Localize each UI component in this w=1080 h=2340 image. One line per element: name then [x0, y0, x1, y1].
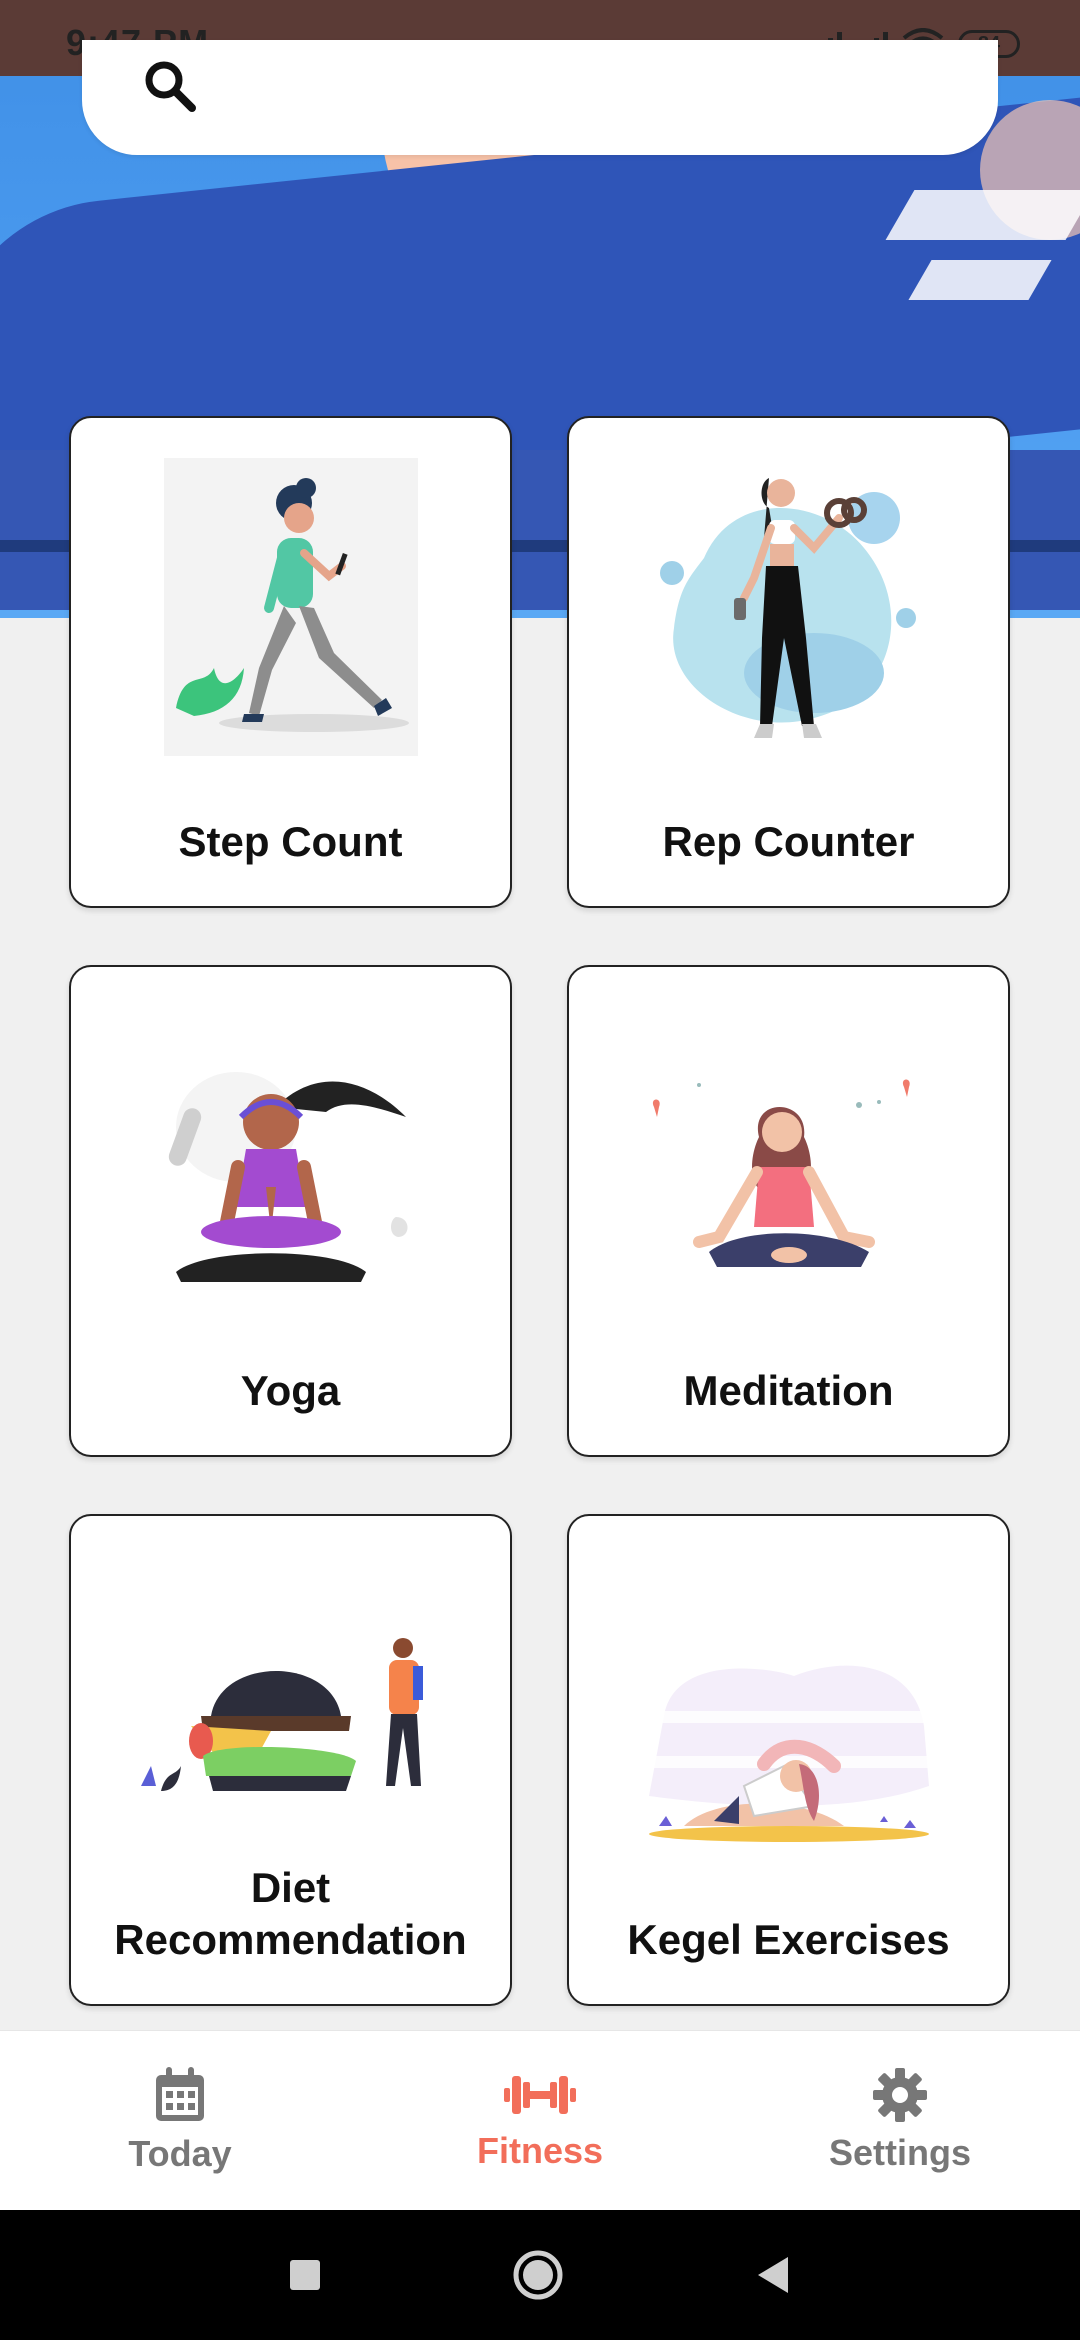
nav-label-settings: Settings: [828, 2132, 971, 2173]
nav-item-fitness[interactable]: Fitness: [360, 2031, 720, 2211]
walking-person-illustration: [163, 458, 418, 756]
bottom-navigation: Today Fitness Settings: [0, 2030, 1080, 2211]
nav-label-today: Today: [128, 2133, 232, 2174]
burger-diet-illustration: [140, 1638, 423, 1791]
search-bar[interactable]: [82, 40, 998, 155]
search-icon[interactable]: [140, 56, 200, 116]
card-diet-recommendation[interactable]: Diet Recommendation: [69, 1514, 512, 2006]
dumbbell-icon: [504, 2076, 576, 2114]
card-label: Meditation: [683, 1367, 894, 1414]
card-label: Yoga: [240, 1367, 341, 1414]
card-rep-counter[interactable]: Rep Counter: [567, 416, 1010, 908]
calendar-icon: [156, 2067, 204, 2121]
card-label: Step Count: [178, 818, 403, 865]
dumbbell-woman-illustration: [659, 478, 916, 738]
home-icon[interactable]: [512, 2249, 564, 2301]
nav-item-today[interactable]: Today: [0, 2031, 360, 2211]
back-icon[interactable]: [754, 2255, 792, 2295]
card-label: Rep Counter: [662, 818, 915, 865]
card-meditation[interactable]: Meditation: [567, 965, 1010, 1457]
card-kegel-exercises[interactable]: Kegel Exercises: [567, 1514, 1010, 2006]
gear-icon: [873, 2068, 927, 2122]
stretching-woman-illustration: [648, 1665, 929, 1842]
card-yoga[interactable]: Yoga: [69, 965, 512, 1457]
nav-label-fitness: Fitness: [476, 2130, 604, 2171]
card-label: Kegel Exercises: [627, 1916, 950, 1963]
meditation-woman-illustration: [652, 1079, 910, 1267]
card-step-count[interactable]: Step Count: [69, 416, 512, 908]
nav-item-settings[interactable]: Settings: [720, 2031, 1080, 2211]
system-navigation-bar: [0, 2210, 1080, 2340]
yoga-woman-illustration: [168, 1072, 408, 1282]
recents-icon[interactable]: [288, 2258, 322, 2292]
card-label-line2: Recommendation: [114, 1916, 467, 1963]
card-label-line1: Diet: [250, 1864, 331, 1911]
